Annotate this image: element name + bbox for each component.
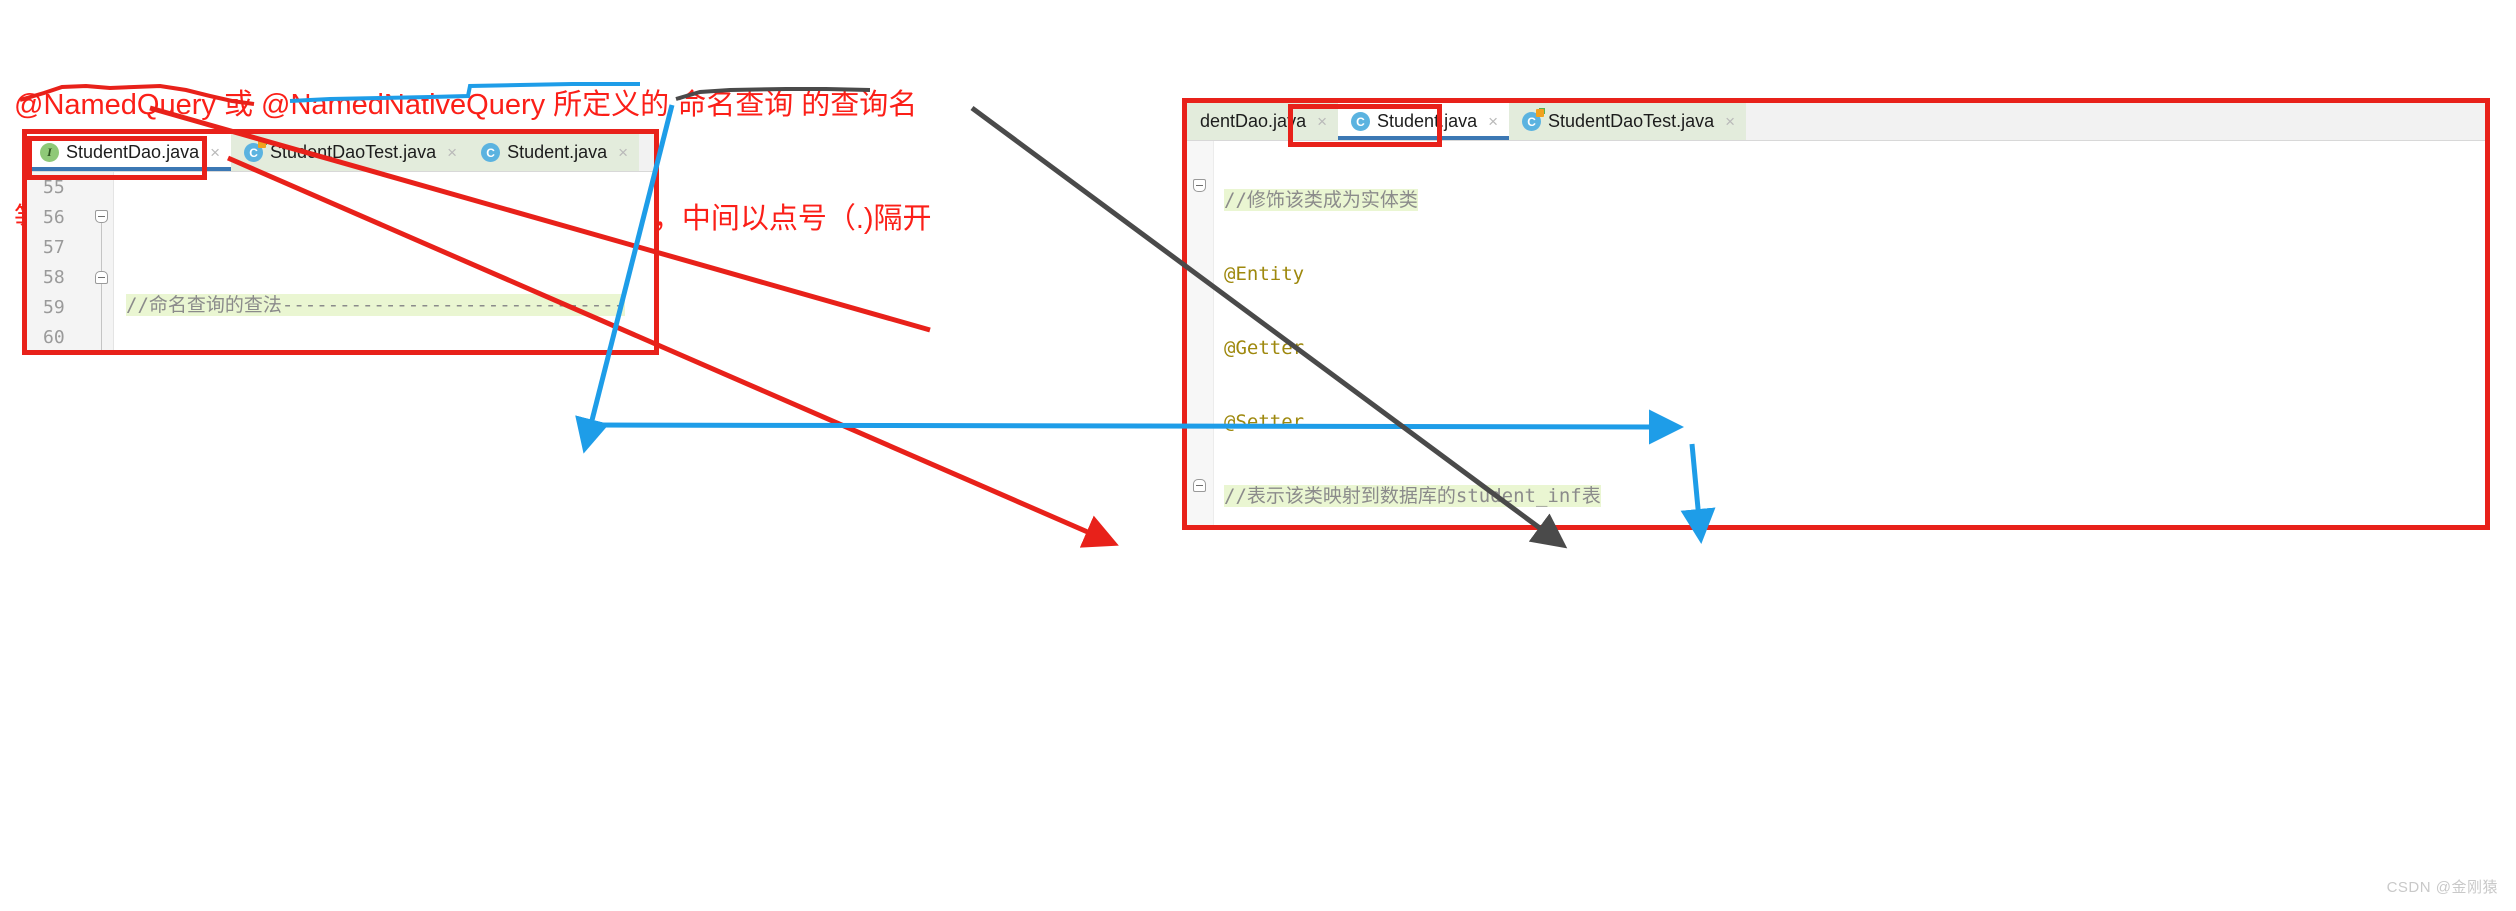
code-token-comment: //命名查询的查法------------------------------ xyxy=(126,294,626,316)
left-code-editor-window[interactable]: I StudentDao.java × C StudentDaoTest.jav… xyxy=(22,129,659,355)
tab-label: StudentDaoTest.java xyxy=(270,142,437,162)
code-token-annotation: @Entity xyxy=(1224,263,1305,285)
fold-start-icon[interactable] xyxy=(1193,179,1206,192)
code-line-56[interactable]: //命名查询的查法------------------------------ xyxy=(114,290,654,320)
code-line-setter[interactable]: @Setter xyxy=(1214,407,2485,437)
annotation-note-line-1: @NamedQuery 或 @NamedNativeQuery 所定义的 命名查… xyxy=(14,89,918,121)
tab-label: dentDao.java xyxy=(1200,111,1307,131)
close-icon[interactable]: × xyxy=(618,143,628,163)
tab-label: StudentDao.java xyxy=(66,142,200,162)
tab-dent-dao-java[interactable]: dentDao.java × xyxy=(1187,103,1339,140)
right-editor-tabbar[interactable]: dentDao.java × C Student.java × C Studen… xyxy=(1187,103,2485,141)
code-line-55[interactable] xyxy=(114,216,654,246)
left-editor-code-area[interactable]: 55 56 57 58 59 60 61 62 //命名查询的查法-------… xyxy=(27,172,654,350)
fold-connector xyxy=(101,284,102,350)
tab-label: StudentDaoTest.java xyxy=(1548,111,1715,131)
fold-end-icon[interactable] xyxy=(1193,479,1206,492)
tab-student-dao-test-java[interactable]: C StudentDaoTest.java × xyxy=(1509,103,1747,140)
tab-label: Student.java xyxy=(507,142,608,162)
code-token-comment: //表示该类映射到数据库的student_inf表 xyxy=(1224,485,1601,507)
csdn-watermark: CSDN @金刚猿 xyxy=(2386,879,2498,896)
tab-student-java-active[interactable]: C Student.java × xyxy=(1338,103,1510,140)
close-icon[interactable]: × xyxy=(210,143,220,163)
class-icon: C xyxy=(481,143,501,162)
fold-connector xyxy=(101,223,102,271)
close-icon[interactable]: × xyxy=(1725,112,1735,132)
right-code-editor-window[interactable]: dentDao.java × C Student.java × C Studen… xyxy=(1182,98,2490,530)
interface-icon: I xyxy=(40,143,59,162)
code-token-annotation: @Getter xyxy=(1224,337,1305,359)
code-line-getter[interactable]: @Getter xyxy=(1214,333,2485,363)
class-icon: C xyxy=(1351,112,1371,131)
fold-end-icon[interactable] xyxy=(95,271,108,284)
line-number: 55 xyxy=(43,176,65,198)
code-line-comment-table[interactable]: //表示该类映射到数据库的student_inf表 xyxy=(1214,481,2485,511)
left-editor-gutter[interactable]: 55 56 57 58 59 60 61 62 xyxy=(27,172,114,350)
tab-student-java[interactable]: C Student.java × xyxy=(468,134,640,171)
fold-start-icon[interactable] xyxy=(95,210,108,223)
code-line-comment-entity[interactable]: //修饰该类成为实体类 xyxy=(1214,185,2485,215)
class-test-icon: C xyxy=(1522,109,1545,131)
left-editor-code-lines[interactable]: //命名查询的查法------------------------------ … xyxy=(114,172,654,350)
tab-label: Student.java xyxy=(1377,111,1478,131)
close-icon[interactable]: × xyxy=(1488,112,1498,132)
tab-student-dao-java[interactable]: I StudentDao.java × xyxy=(27,134,232,171)
right-editor-code-lines[interactable]: //修饰该类成为实体类 @Entity @Getter @Setter //表示… xyxy=(1214,141,2485,525)
left-editor-tabbar[interactable]: I StudentDao.java × C StudentDaoTest.jav… xyxy=(27,134,654,172)
class-test-icon: C xyxy=(244,140,267,162)
line-number: 61 xyxy=(27,352,113,355)
close-icon[interactable]: × xyxy=(447,143,457,163)
close-icon[interactable]: × xyxy=(1317,112,1327,132)
right-editor-gutter[interactable] xyxy=(1187,141,1214,525)
right-editor-code-area[interactable]: //修饰该类成为实体类 @Entity @Getter @Setter //表示… xyxy=(1187,141,2485,525)
code-line-entity[interactable]: @Entity xyxy=(1214,259,2485,289)
code-token-annotation: @Setter xyxy=(1224,411,1305,433)
code-token-comment: //修饰该类成为实体类 xyxy=(1224,189,1418,211)
tab-student-dao-test-java[interactable]: C StudentDaoTest.java × xyxy=(231,134,469,171)
